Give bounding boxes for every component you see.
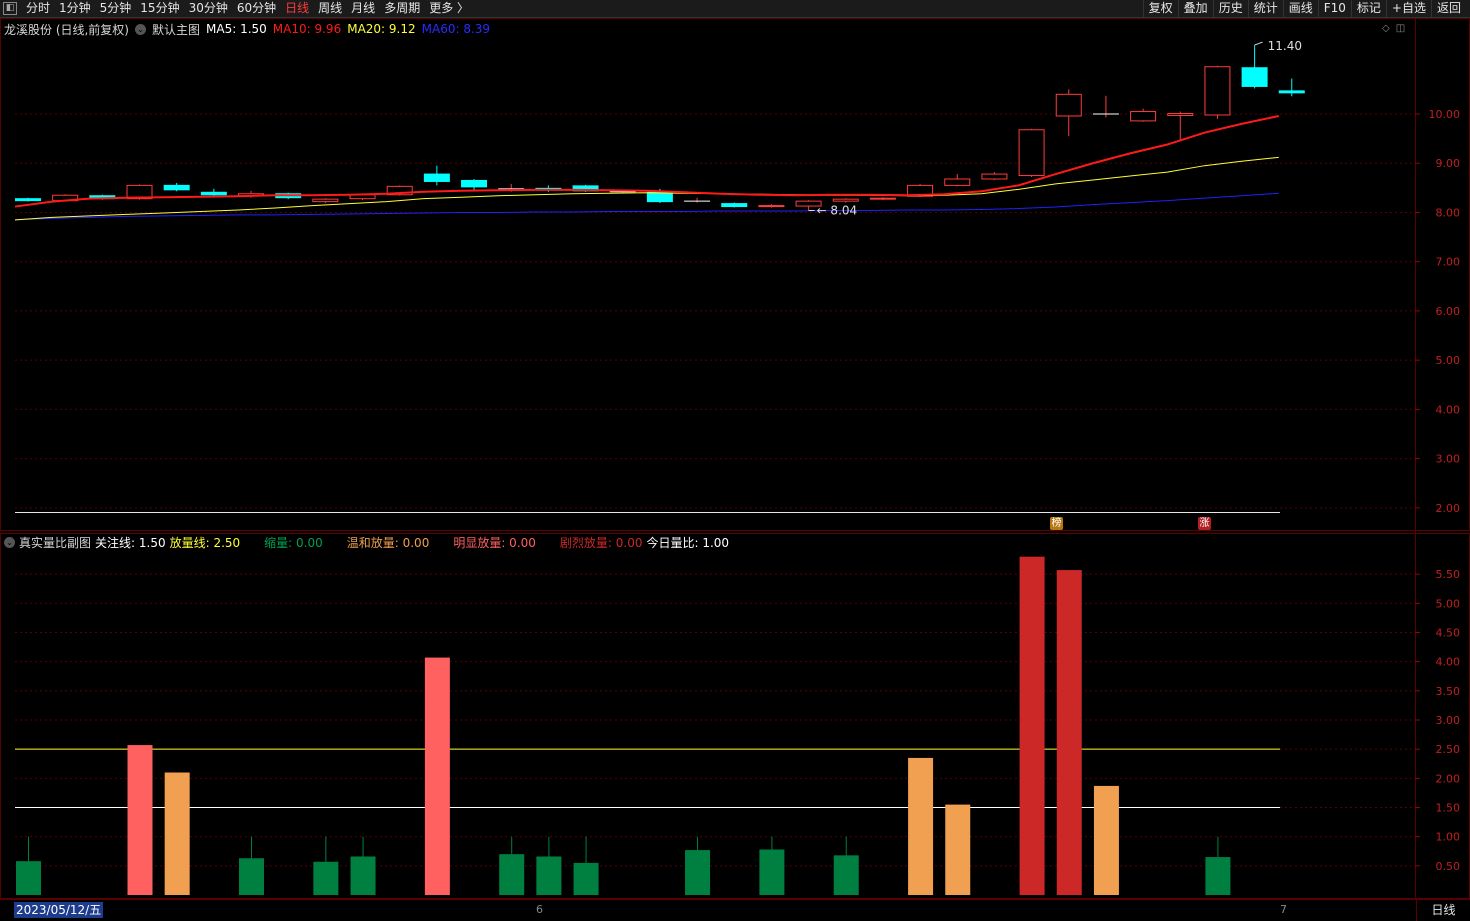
ratio-bar-shrink <box>350 856 376 895</box>
ratio-tick-label: 3.00 <box>1436 714 1461 727</box>
price-tick-label: 9.00 <box>1436 157 1461 170</box>
ratio-tick-label: 3.50 <box>1436 685 1461 698</box>
ratio-tick-label: 4.50 <box>1436 627 1461 640</box>
ratio-tick-label: 4.00 <box>1436 656 1461 669</box>
rank-badge[interactable]: 榜 <box>1050 517 1063 530</box>
ratio-bar-violent <box>1056 570 1082 895</box>
candle-up <box>1204 66 1231 116</box>
main-panel-frame <box>0 18 1470 531</box>
price-tick-label: 6.00 <box>1436 305 1461 318</box>
month-tick: 6 <box>536 903 543 916</box>
ratio-bar-shrink <box>313 861 339 895</box>
candle-down <box>461 179 488 188</box>
limit-up-badge[interactable]: 涨 <box>1198 517 1211 530</box>
candle-up <box>1130 111 1157 122</box>
ratio-tick-label: 2.50 <box>1436 743 1461 756</box>
ratio-tick-label: 0.50 <box>1436 860 1461 873</box>
ratio-tick-label: 5.00 <box>1436 597 1461 610</box>
ratio-tick-label: 1.00 <box>1436 831 1461 844</box>
price-tick-label: 4.00 <box>1436 403 1461 416</box>
ratio-bar-obvious <box>424 657 450 895</box>
high-price-label: 11.40 <box>1268 39 1302 53</box>
candle-down <box>1241 67 1268 87</box>
ratio-bar-mild <box>164 772 190 895</box>
candle-down <box>163 184 190 191</box>
ratio-bar-obvious <box>127 745 153 895</box>
candle-up <box>1055 93 1082 117</box>
ratio-bar-shrink <box>499 854 525 895</box>
candle-down <box>721 203 748 208</box>
ratio-bar-shrink <box>685 850 711 895</box>
ratio-bar-mild <box>908 757 934 895</box>
price-and-volume-chart[interactable]: 2.00 3.00 4.00 5.00 6.00 7.00 8.00 9.00 10.00 11.… <box>0 0 1470 921</box>
candle-down <box>646 191 673 203</box>
low-price-label: ← 8.04 <box>817 203 858 217</box>
ratio-bar-shrink <box>833 855 859 895</box>
price-tick-label: 7.00 <box>1436 256 1461 269</box>
candle-down <box>200 191 227 196</box>
candle-up <box>944 178 971 186</box>
ratio-bar-shrink <box>573 862 599 895</box>
price-tick-label: 3.00 <box>1436 453 1461 466</box>
date-axis: 2023/05/12/五 6 7 日线 <box>0 899 1470 921</box>
month-tick: 7 <box>1280 903 1287 916</box>
ratio-bar-shrink <box>239 858 265 895</box>
candle-up <box>758 205 785 208</box>
ratio-bar-shrink <box>1205 857 1231 895</box>
ratio-tick-label: 1.50 <box>1436 802 1461 815</box>
candle-up <box>1018 129 1045 177</box>
ratio-bar-mild <box>945 804 971 895</box>
current-date: 2023/05/12/五 <box>14 902 104 918</box>
period-indicator[interactable]: 日线 <box>1416 900 1470 921</box>
ratio-bar-shrink <box>16 861 41 895</box>
candle-down <box>1278 90 1305 94</box>
candle-down <box>15 198 41 202</box>
price-tick-label: 8.00 <box>1436 206 1461 219</box>
ratio-tick-label: 2.00 <box>1436 772 1461 785</box>
high-marker-leader <box>1254 41 1263 46</box>
ratio-bar-violent <box>1019 556 1045 895</box>
price-tick-label: 5.00 <box>1436 354 1461 367</box>
price-tick-label: 10.00 <box>1429 108 1461 121</box>
candle-up <box>981 173 1008 180</box>
sub-panel-frame <box>0 533 1470 899</box>
ma20-line <box>14 156 1279 221</box>
ratio-tick-label: 5.50 <box>1436 568 1461 581</box>
candle-down <box>423 173 450 182</box>
ratio-bar-shrink <box>759 849 785 895</box>
ratio-bar-shrink <box>536 856 562 895</box>
price-tick-label: 2.00 <box>1436 502 1461 515</box>
candle-up <box>832 198 859 202</box>
candle-up <box>312 198 339 203</box>
candle-up <box>869 197 896 200</box>
ratio-bar-mild <box>1093 785 1119 895</box>
candle-up <box>1167 113 1194 116</box>
